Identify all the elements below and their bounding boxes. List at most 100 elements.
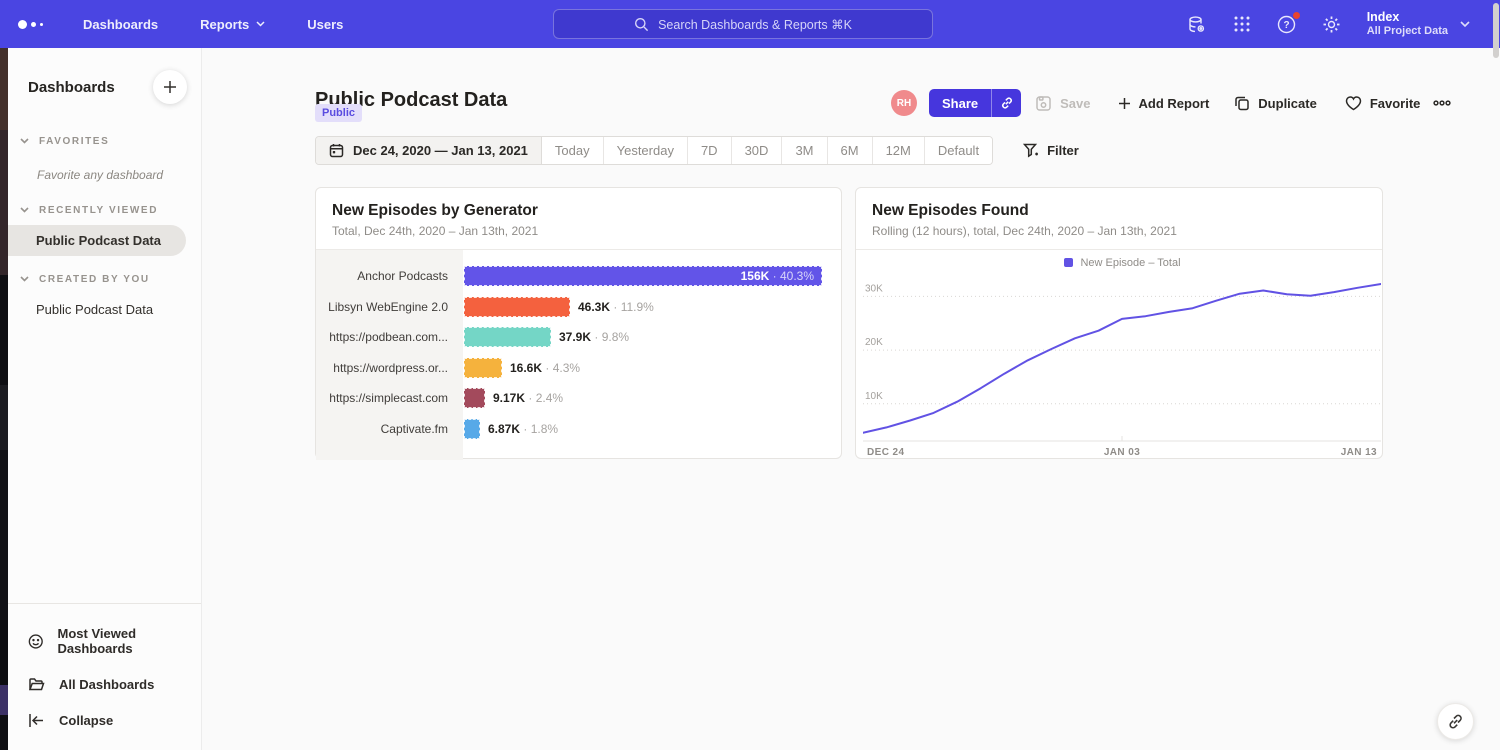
bar-category-label: Captivate.fm [316, 422, 463, 436]
x-axis-label: JAN 13 [1341, 447, 1377, 458]
bar-category-label: Anchor Podcasts [316, 269, 463, 283]
card-new-episodes-found: New Episodes Found Rolling (12 hours), t… [855, 187, 1383, 459]
card-new-episodes-by-generator: New Episodes by Generator Total, Dec 24t… [315, 187, 842, 459]
date-filter-row: Dec 24, 2020 — Jan 13, 2021 TodayYesterd… [315, 136, 1079, 165]
chevron-down-icon [256, 21, 265, 27]
apps-grid-icon[interactable] [1232, 14, 1252, 34]
chevron-down-icon [20, 274, 29, 285]
sidebar-item-public-podcast-data[interactable]: Public Podcast Data [8, 225, 186, 256]
bar-row: Libsyn WebEngine 2.0 46.3K · 11.9% [316, 292, 841, 323]
nav-dashboards[interactable]: Dashboards [83, 17, 158, 32]
collapse-sidebar-button[interactable]: Collapse [8, 703, 201, 738]
project-switcher[interactable]: Index All Project Data [1367, 10, 1470, 38]
duplicate-button[interactable]: Duplicate [1234, 95, 1317, 111]
favorites-hint: Favorite any dashboard [8, 168, 201, 182]
project-scope: All Project Data [1367, 25, 1448, 38]
heart-icon [1345, 96, 1362, 111]
bar-category-label: https://wordpress.or... [316, 361, 463, 375]
bar-row: https://podbean.com... 37.9K · 9.8% [316, 322, 841, 353]
filter-button[interactable]: Filter [1023, 143, 1079, 158]
bar-row: Anchor Podcasts 156K · 40.3% [316, 261, 841, 292]
save-icon [1035, 95, 1052, 112]
preset-today[interactable]: Today [542, 137, 604, 164]
bar-value-label: 156K · 40.3% [741, 269, 814, 283]
plus-icon [163, 80, 177, 94]
sidebar-title: Dashboards [28, 79, 115, 96]
add-report-button[interactable]: Add Report [1118, 96, 1210, 111]
app-logo-icon[interactable] [18, 20, 43, 29]
nav-reports[interactable]: Reports [200, 17, 265, 32]
chevron-down-icon [20, 136, 29, 147]
help-icon[interactable]: ? [1277, 14, 1297, 34]
preset-30d[interactable]: 30D [732, 137, 783, 164]
bar-category-label: Libsyn WebEngine 2.0 [316, 300, 463, 314]
search-input[interactable]: Search Dashboards & Reports ⌘K [553, 9, 933, 39]
project-name: Index [1367, 10, 1448, 25]
legend-swatch [1064, 258, 1073, 267]
bar-category-label: https://simplecast.com [316, 391, 463, 405]
preset-7d[interactable]: 7D [688, 137, 732, 164]
share-link-fab[interactable] [1437, 703, 1474, 740]
bar-value-label: 6.87K · 1.8% [488, 422, 558, 436]
app-root: Dashboards Reports Users Search Dashboar… [0, 0, 1500, 750]
share-button[interactable]: Share [929, 89, 991, 117]
public-badge: Public [315, 104, 362, 122]
bar-category-label: https://podbean.com... [316, 330, 463, 344]
link-icon [1447, 713, 1464, 730]
all-dashboards-button[interactable]: All Dashboards [8, 666, 201, 703]
preset-12m[interactable]: 12M [873, 137, 925, 164]
calendar-icon [329, 143, 344, 158]
card-subtitle: Rolling (12 hours), total, Dec 24th, 202… [872, 224, 1366, 238]
main-content: Public Podcast Data Public RH Share Save… [202, 48, 1500, 750]
preset-yesterday[interactable]: Yesterday [604, 137, 688, 164]
search-placeholder: Search Dashboards & Reports ⌘K [658, 17, 852, 32]
desktop-edge-strip [0, 48, 8, 750]
nav-users[interactable]: Users [307, 17, 343, 32]
preset-6m[interactable]: 6M [828, 137, 873, 164]
date-range-button[interactable]: Dec 24, 2020 — Jan 13, 2021 [316, 137, 542, 164]
data-sources-icon[interactable] [1187, 14, 1207, 34]
y-axis-label: 30K [865, 283, 883, 294]
preset-default[interactable]: Default [925, 137, 992, 164]
preset-3m[interactable]: 3M [782, 137, 827, 164]
bar-value-label: 46.3K · 11.9% [578, 300, 654, 314]
link-icon [1000, 96, 1014, 110]
bar-value-label: 37.9K · 9.8% [559, 330, 629, 344]
bar-row: https://simplecast.com9.17K · 2.4% [316, 383, 841, 414]
sidebar-section-created-by-you[interactable]: CREATED BY YOU [8, 274, 201, 285]
avatar[interactable]: RH [891, 90, 917, 116]
save-button[interactable]: Save [1035, 95, 1090, 112]
scrollbar-thumb[interactable] [1493, 3, 1499, 58]
header-actions: RH Share Save Add Report Dupl [891, 89, 1451, 117]
bar-value-label: 16.6K · 4.3% [510, 361, 580, 375]
legend-label: New Episode – Total [1080, 257, 1180, 269]
add-dashboard-button[interactable] [153, 70, 187, 104]
bar: 156K · 40.3% [464, 266, 822, 286]
bar [464, 358, 502, 378]
date-presets: TodayYesterday7D30D3M6M12MDefault [542, 137, 992, 164]
settings-gear-icon[interactable] [1322, 14, 1342, 34]
more-options-button[interactable] [1433, 100, 1451, 106]
x-axis-label: DEC 24 [867, 447, 904, 458]
bar [464, 388, 485, 408]
sidebar-item-public-podcast-data-created[interactable]: Public Podcast Data [8, 294, 186, 325]
line-chart: New Episode – Total 10K20K30KDEC 24JAN 0… [856, 256, 1382, 464]
collapse-icon [28, 713, 45, 728]
share-link-button[interactable] [991, 89, 1021, 117]
chevron-down-icon [1460, 21, 1470, 28]
search-icon [634, 17, 649, 32]
share-button-group: Share [929, 89, 1021, 117]
chevron-down-icon [20, 205, 29, 216]
y-axis-label: 10K [865, 391, 883, 402]
bar-chart: Anchor Podcasts 156K · 40.3% Libsyn WebEng… [316, 250, 841, 460]
most-viewed-dashboards-button[interactable]: Most Viewed Dashboards [8, 616, 201, 666]
card-subtitle: Total, Dec 24th, 2020 – Jan 13th, 2021 [332, 224, 825, 238]
bar-rows: Anchor Podcasts 156K · 40.3% Libsyn WebEng… [316, 250, 841, 444]
sidebar-section-favorites[interactable]: FAVORITES [8, 136, 201, 147]
bar [464, 297, 570, 317]
chart-legend: New Episode – Total [863, 256, 1382, 269]
line-chart-svg: 10K20K30KDEC 24JAN 03JAN 13 [863, 269, 1381, 459]
smiley-icon [28, 633, 44, 650]
favorite-button[interactable]: Favorite [1345, 96, 1421, 111]
sidebar-section-recently-viewed[interactable]: RECENTLY VIEWED [8, 205, 201, 216]
